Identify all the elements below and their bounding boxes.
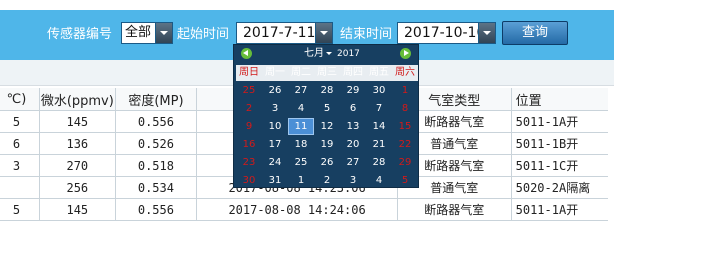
query-button[interactable]: 查询 bbox=[502, 21, 568, 45]
day-cell[interactable]: 19 bbox=[314, 136, 340, 153]
day-cell[interactable]: 29 bbox=[340, 82, 366, 99]
day-cell[interactable]: 30 bbox=[366, 82, 392, 99]
month-select[interactable]: 七月 bbox=[304, 48, 332, 60]
day-cell[interactable]: 4 bbox=[288, 100, 314, 117]
time-cell: 2017-08-08 14:24:06 bbox=[196, 198, 398, 221]
weekday-label: 周二 bbox=[291, 67, 311, 78]
sensor-id-label: 传感器编号 bbox=[47, 27, 113, 42]
location-cell: 5011-1A开 bbox=[510, 198, 608, 221]
temperature-cell bbox=[0, 176, 40, 199]
day-cell[interactable]: 30 bbox=[236, 172, 262, 189]
day-cell[interactable]: 27 bbox=[340, 154, 366, 171]
day-cell[interactable]: 10 bbox=[262, 118, 288, 135]
density-cell: 0.556 bbox=[114, 110, 197, 133]
day-cell[interactable]: 13 bbox=[340, 118, 366, 135]
day-cell[interactable]: 2 bbox=[236, 100, 262, 117]
start-date-input[interactable]: 2017-7-11 bbox=[236, 22, 333, 44]
day-cell[interactable]: 5 bbox=[392, 172, 418, 189]
weekday-label: 周五 bbox=[369, 67, 389, 78]
app: 传感器编号 全部 起始时间 2017-7-11 结束时间 2017-10-10 … bbox=[0, 0, 614, 255]
day-cell[interactable]: 20 bbox=[340, 136, 366, 153]
day-cell[interactable]: 1 bbox=[392, 82, 418, 99]
end-date-input[interactable]: 2017-10-10 bbox=[397, 22, 496, 44]
sensor-select-value: 全部 bbox=[125, 25, 152, 40]
year-label[interactable]: 2017 bbox=[337, 48, 360, 60]
day-cell[interactable]: 23 bbox=[236, 154, 262, 171]
density-cell: 0.534 bbox=[114, 176, 197, 199]
day-cell[interactable]: 14 bbox=[366, 118, 392, 135]
weekday-label: 周一 bbox=[265, 67, 285, 78]
day-cell[interactable]: 8 bbox=[392, 100, 418, 117]
start-time-label: 起始时间 bbox=[177, 27, 230, 42]
caret-down-icon bbox=[326, 51, 332, 55]
location-cell: 5020-2A隔离 bbox=[510, 176, 608, 199]
day-cell[interactable]: 29 bbox=[392, 154, 418, 171]
temperature-cell: 6 bbox=[0, 132, 40, 155]
prev-month-icon[interactable] bbox=[241, 48, 252, 59]
moisture-cell: 256 bbox=[38, 176, 116, 199]
day-cell[interactable]: 1 bbox=[288, 172, 314, 189]
next-month-icon[interactable] bbox=[400, 48, 411, 59]
weekday-label: 周六 bbox=[395, 67, 415, 78]
day-cell[interactable]: 24 bbox=[262, 154, 288, 171]
day-cell[interactable]: 22 bbox=[392, 136, 418, 153]
location-cell: 5011-1B开 bbox=[510, 132, 608, 155]
moisture-cell: 145 bbox=[38, 198, 116, 221]
density-cell: 0.556 bbox=[114, 198, 197, 221]
day-cell[interactable]: 2 bbox=[314, 172, 340, 189]
day-cell[interactable]: 15 bbox=[392, 118, 418, 135]
weekday-label: 周四 bbox=[343, 67, 363, 78]
column-header[interactable]: 密度(MP) bbox=[114, 88, 197, 111]
day-cell[interactable]: 26 bbox=[262, 82, 288, 99]
column-header[interactable]: 位置 bbox=[510, 88, 608, 111]
end-date-value: 2017-10-10 bbox=[404, 25, 486, 41]
day-cell[interactable]: 5 bbox=[314, 100, 340, 117]
column-header[interactable]: ℃) bbox=[0, 88, 40, 111]
day-cell[interactable]: 18 bbox=[288, 136, 314, 153]
table-row[interactable]: 5 145 0.556 2017-08-08 14:24:06 断路器气室 5011-1A… bbox=[0, 198, 608, 221]
start-date-value: 2017-7-11 bbox=[243, 25, 316, 41]
day-cell[interactable]: 26 bbox=[314, 154, 340, 171]
day-cell[interactable]: 25 bbox=[288, 154, 314, 171]
day-cell[interactable]: 25 bbox=[236, 82, 262, 99]
day-cell[interactable]: 31 bbox=[262, 172, 288, 189]
end-time-label: 结束时间 bbox=[340, 27, 393, 42]
temperature-cell: 5 bbox=[0, 198, 40, 221]
chevron-down-icon[interactable] bbox=[155, 23, 172, 43]
density-cell: 0.526 bbox=[114, 132, 197, 155]
date-picker: 七月 2017 周日 周一 周二 周三 周四 周五 周六 25 26 27 28 29 30 1 2 3 4 5… bbox=[233, 44, 419, 188]
selected-day-cell[interactable]: 11 bbox=[288, 118, 314, 135]
day-cell[interactable]: 12 bbox=[314, 118, 340, 135]
day-cell[interactable]: 4 bbox=[366, 172, 392, 189]
sensor-select[interactable]: 全部 bbox=[121, 22, 173, 44]
day-cell[interactable]: 16 bbox=[236, 136, 262, 153]
location-cell: 5011-1A开 bbox=[510, 110, 608, 133]
day-cell[interactable]: 7 bbox=[366, 100, 392, 117]
day-cell[interactable]: 3 bbox=[340, 172, 366, 189]
chevron-down-icon[interactable] bbox=[478, 23, 495, 43]
temperature-cell: 3 bbox=[0, 154, 40, 177]
month-label: 七月 bbox=[304, 48, 324, 59]
chamber-type-cell: 断路器气室 bbox=[397, 198, 512, 221]
day-cell[interactable]: 6 bbox=[340, 100, 366, 117]
day-cell[interactable]: 28 bbox=[366, 154, 392, 171]
weekday-label: 周三 bbox=[317, 67, 337, 78]
date-picker-nav: 七月 2017 bbox=[234, 45, 418, 64]
day-cell[interactable]: 3 bbox=[262, 100, 288, 117]
column-header[interactable]: 微水(ppmv) bbox=[38, 88, 116, 111]
weekday-header: 周日 周一 周二 周三 周四 周五 周六 bbox=[236, 65, 418, 81]
density-cell: 0.518 bbox=[114, 154, 197, 177]
day-cell[interactable]: 21 bbox=[366, 136, 392, 153]
day-cell[interactable]: 9 bbox=[236, 118, 262, 135]
temperature-cell: 5 bbox=[0, 110, 40, 133]
moisture-cell: 136 bbox=[38, 132, 116, 155]
moisture-cell: 270 bbox=[38, 154, 116, 177]
day-cell[interactable]: 17 bbox=[262, 136, 288, 153]
moisture-cell: 145 bbox=[38, 110, 116, 133]
day-cell[interactable]: 28 bbox=[314, 82, 340, 99]
weekday-label: 周日 bbox=[239, 67, 259, 78]
chevron-down-icon[interactable] bbox=[315, 23, 332, 43]
day-cell[interactable]: 27 bbox=[288, 82, 314, 99]
location-cell: 5011-1C开 bbox=[510, 154, 608, 177]
